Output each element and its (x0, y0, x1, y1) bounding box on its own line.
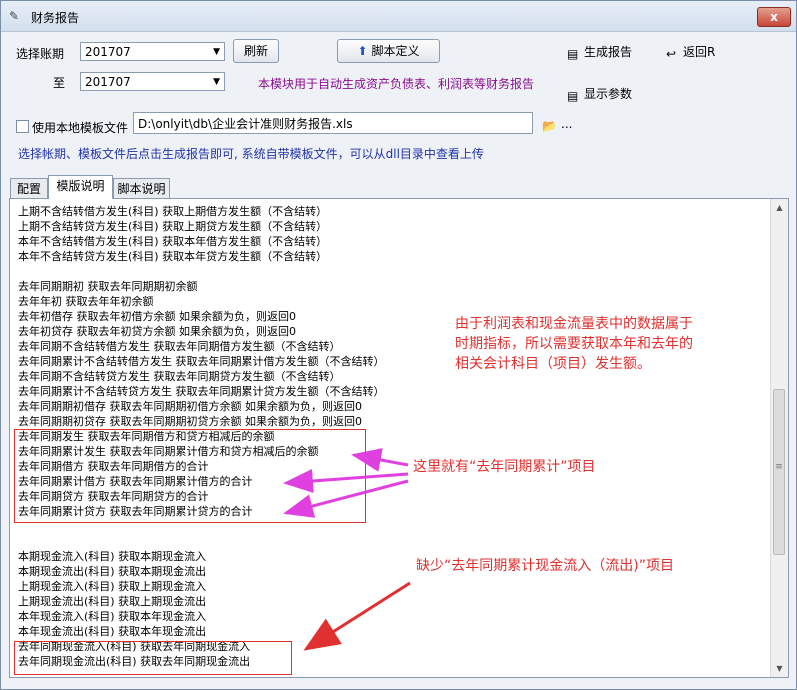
back-label: 返回R (683, 45, 716, 59)
tab-template-description[interactable]: 模版说明 (48, 175, 113, 199)
close-button[interactable]: x (757, 7, 791, 27)
generate-report-label: 生成报告 (584, 45, 633, 59)
script-definition-button[interactable]: ⬆ 脚本定义 (337, 39, 440, 63)
grip-icon: ≡ (775, 462, 783, 472)
annotation-arrows (283, 448, 411, 651)
arrow-to-ytd-debit (283, 469, 409, 493)
hint-text: 选择帐期、模板文件后点击生成报告即可, 系统自带模板文件，可以从dll目录中查看… (18, 147, 484, 161)
tab-script-description[interactable]: 脚本说明 (113, 178, 170, 198)
period-to-value: 201707 (85, 75, 131, 89)
arrow-to-cashflow (303, 581, 411, 651)
back-arrow-icon: ↩ (666, 47, 677, 61)
use-local-template-label: 使用本地模板文件 (32, 121, 129, 135)
back-button[interactable]: ↩ 返回R (666, 44, 715, 60)
period-from-value: 201707 (85, 45, 131, 59)
params-icon: ▤ (567, 89, 579, 103)
description-text-area[interactable]: 上期不含结转借方发生(科目) 获取上期借方发生额（不含结转） 上期不含结转贷方发生… (9, 198, 789, 678)
script-icon: ⬆ (357, 44, 368, 58)
period-to-select[interactable]: 201707 ▼ (80, 72, 225, 91)
report-icon: ▤ (567, 47, 579, 61)
refresh-button[interactable]: 刷新 (233, 39, 279, 63)
script-definition-label: 脚本定义 (371, 44, 420, 58)
generate-report-button[interactable]: ▤ 生成报告 (567, 44, 632, 60)
show-params-label: 显示参数 (584, 87, 633, 101)
app-icon: ✎ (9, 9, 20, 23)
title-bar: ✎ 财务报告 x (1, 1, 796, 32)
arrow-to-ytd-balance (351, 448, 409, 472)
period-label: 选择账期 (16, 47, 65, 61)
browse-button[interactable]: ... (561, 117, 572, 131)
scroll-thumb[interactable]: ≡ (773, 389, 785, 555)
tab-config[interactable]: 配置 (10, 178, 48, 198)
arrow-to-ytd-credit (283, 479, 409, 518)
vertical-scrollbar[interactable]: ▲ ≡ ▼ (770, 199, 788, 677)
scroll-down-icon[interactable]: ▼ (771, 660, 788, 677)
folder-icon[interactable]: 📂 (542, 119, 557, 133)
report-window: ✎ 财务报告 x 选择账期 201707 ▼ 刷新 ⬆ 脚本定义 ▤ 生成报告 ↩… (0, 0, 797, 690)
window-title: 财务报告 (31, 11, 80, 25)
show-params-button[interactable]: ▤ 显示参数 (567, 86, 632, 102)
use-local-template-checkbox[interactable] (16, 120, 29, 133)
to-label: 至 (53, 76, 66, 90)
module-description: 本模块用于自动生成资产负债表、利润表等财务报告 (258, 77, 535, 91)
chevron-down-icon: ▼ (213, 47, 220, 57)
period-from-select[interactable]: 201707 ▼ (80, 42, 225, 61)
template-path-input[interactable]: D:\onlyit\db\企业会计准则财务报告.xls (133, 112, 533, 134)
scroll-up-icon[interactable]: ▲ (771, 199, 788, 216)
chevron-down-icon: ▼ (213, 77, 220, 87)
